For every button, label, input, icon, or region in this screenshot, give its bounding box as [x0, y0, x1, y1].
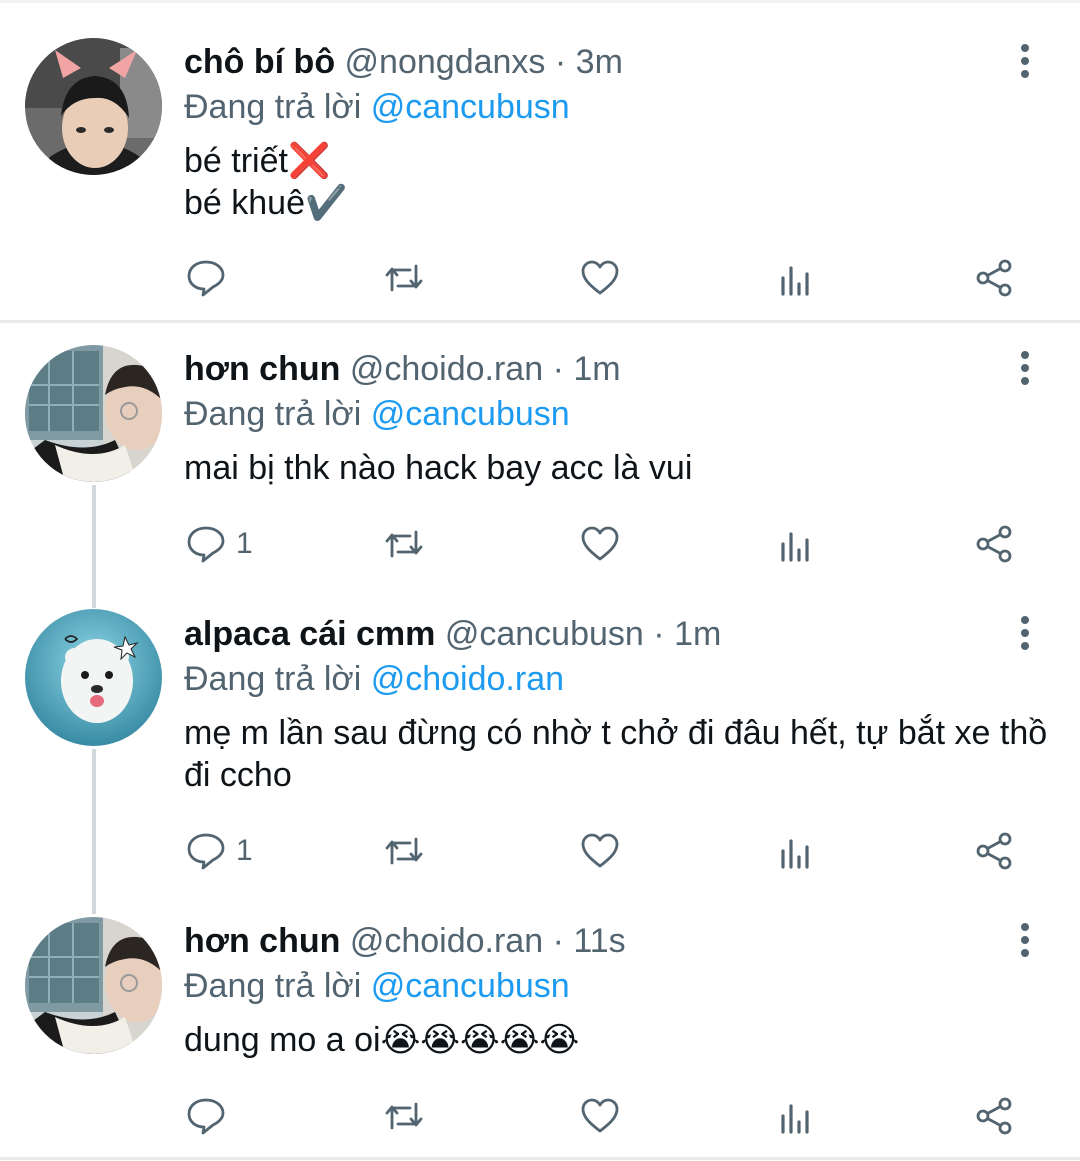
reply-button[interactable] — [186, 1091, 236, 1141]
tweet-item[interactable]: hơn chun @choido.ran · 1m Đang trả lời @… — [0, 323, 1080, 588]
tweet-actions — [0, 253, 1080, 303]
avatar[interactable] — [25, 345, 162, 482]
retweet-button[interactable] — [384, 253, 424, 303]
analytics-button[interactable] — [777, 1091, 817, 1141]
share-button[interactable] — [974, 826, 1014, 876]
more-vertical-icon[interactable] — [1010, 42, 1040, 82]
reply-prefix: Đang trả lời — [184, 88, 362, 126]
display-name[interactable]: hơn chun — [184, 922, 340, 960]
retweet-button[interactable] — [384, 1091, 424, 1141]
separator-dot: · — [554, 43, 567, 81]
like-button[interactable] — [580, 826, 620, 876]
display-name[interactable]: alpaca cái cmm — [184, 615, 435, 653]
retweet-icon — [385, 530, 423, 558]
like-button[interactable] — [580, 1091, 620, 1141]
timestamp[interactable]: 1m — [674, 615, 721, 653]
bottom-divider — [0, 1157, 1080, 1160]
reply-prefix: Đang trả lời — [184, 660, 362, 698]
reply-context: Đang trả lời @choido.ran — [184, 656, 1050, 702]
like-button[interactable] — [580, 253, 620, 303]
timestamp[interactable]: 3m — [576, 43, 623, 81]
reply-button[interactable]: 1 — [186, 519, 253, 569]
analytics-icon — [781, 1104, 809, 1134]
tweet-header: hơn chun @choido.ran · 11s — [184, 919, 1050, 963]
reply-count: 1 — [236, 527, 253, 560]
more-vertical-icon[interactable] — [1010, 921, 1040, 961]
reply-icon — [187, 1098, 225, 1135]
user-handle[interactable]: @nongdanxs — [345, 43, 546, 81]
retweet-button[interactable] — [384, 519, 424, 569]
share-icon — [976, 259, 1012, 297]
tweet-actions — [0, 1091, 1080, 1141]
heart-icon — [581, 833, 619, 868]
tweet-header: hơn chun @choido.ran · 1m — [184, 347, 1050, 391]
like-button[interactable] — [580, 519, 620, 569]
tweet-text: mai bị thk nào hack bay acc là vui — [184, 449, 693, 487]
heart-icon — [581, 260, 619, 295]
reply-prefix: Đang trả lời — [184, 967, 362, 1005]
retweet-icon — [385, 264, 423, 292]
tweet-header: alpaca cái cmm @cancubusn · 1m — [184, 612, 1050, 656]
user-handle[interactable]: @cancubusn — [445, 615, 644, 653]
share-icon — [976, 1097, 1012, 1135]
separator-dot: · — [552, 350, 564, 388]
reply-prefix: Đang trả lời — [184, 395, 362, 433]
reply-mention[interactable]: @cancubusn — [371, 88, 570, 126]
share-icon — [976, 525, 1012, 563]
tweet-actions: 1 — [0, 519, 1080, 569]
share-button[interactable] — [974, 253, 1014, 303]
reply-context: Đang trả lời @cancubusn — [184, 84, 1050, 130]
analytics-button[interactable] — [777, 519, 817, 569]
tweet-text: mẹ m lần sau đừng có nhờ t chở đi đâu hế… — [184, 714, 1048, 794]
avatar[interactable] — [25, 917, 162, 1054]
reply-context: Đang trả lời @cancubusn — [184, 963, 1050, 1009]
user-handle[interactable]: @choido.ran — [350, 922, 543, 960]
tweet-item[interactable]: hơn chun @choido.ran · 11s Đang trả lời … — [0, 895, 1080, 1157]
share-button[interactable] — [974, 519, 1014, 569]
analytics-button[interactable] — [777, 826, 817, 876]
retweet-icon — [385, 837, 423, 865]
analytics-icon — [781, 266, 809, 296]
display-name[interactable]: hơn chun — [184, 350, 340, 388]
more-vertical-icon[interactable] — [1010, 349, 1040, 389]
avatar[interactable] — [25, 609, 162, 746]
reply-count: 1 — [236, 834, 253, 867]
tweet-text: dung mo a oi😭😭😭😭😭 — [184, 1021, 580, 1059]
avatar[interactable] — [25, 38, 162, 175]
separator-dot: · — [653, 615, 665, 653]
reply-button[interactable] — [186, 253, 236, 303]
reply-icon — [187, 833, 225, 870]
share-icon — [976, 832, 1012, 870]
reply-mention[interactable]: @cancubusn — [371, 395, 570, 433]
heart-icon — [581, 526, 619, 561]
analytics-icon — [781, 532, 809, 562]
tweet-item[interactable]: chô bí bô @nongdanxs · 3m Đang trả lời @… — [0, 0, 1080, 320]
more-vertical-icon[interactable] — [1010, 614, 1040, 654]
display-name[interactable]: chô bí bô — [184, 43, 335, 81]
tweet-header: chô bí bô @nongdanxs · 3m — [184, 40, 1050, 84]
tweet-actions: 1 — [0, 826, 1080, 876]
timestamp[interactable]: 1m — [573, 350, 620, 388]
retweet-button[interactable] — [384, 826, 424, 876]
user-handle[interactable]: @choido.ran — [350, 350, 543, 388]
separator-dot: · — [552, 922, 564, 960]
reply-context: Đang trả lời @cancubusn — [184, 391, 1050, 437]
tweet-text: bé triết❌ bé khuê✔️ — [184, 142, 348, 222]
share-button[interactable] — [974, 1091, 1014, 1141]
reply-button[interactable]: 1 — [186, 826, 253, 876]
analytics-icon — [781, 839, 809, 869]
timestamp[interactable]: 11s — [573, 922, 625, 960]
reply-mention[interactable]: @choido.ran — [371, 660, 564, 698]
tweet-item[interactable]: alpaca cái cmm @cancubusn · 1m Đang trả … — [0, 588, 1080, 908]
analytics-button[interactable] — [777, 253, 817, 303]
reply-icon — [187, 526, 225, 563]
reply-icon — [187, 260, 225, 297]
retweet-icon — [385, 1102, 423, 1130]
heart-icon — [581, 1098, 619, 1133]
reply-mention[interactable]: @cancubusn — [371, 967, 570, 1005]
